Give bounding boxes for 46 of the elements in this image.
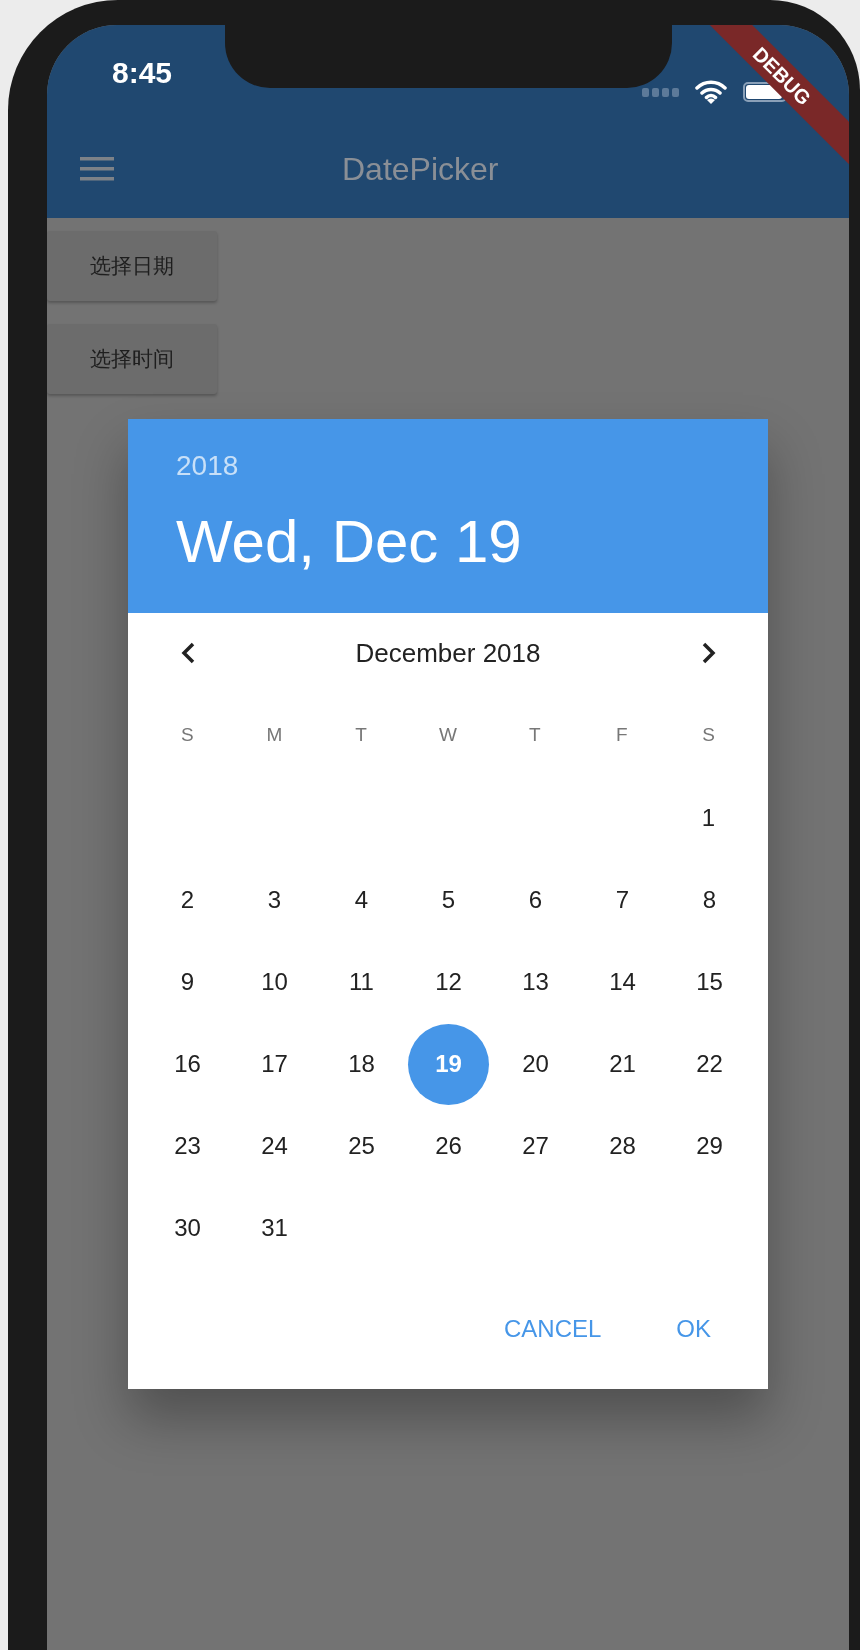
calendar-day[interactable]: 27 [495,1105,576,1187]
menu-icon[interactable] [80,157,114,181]
calendar-day[interactable]: 29 [669,1105,750,1187]
weekday-label: F [615,722,628,747]
calendar-day[interactable]: 11 [321,941,402,1023]
calendar-day[interactable]: 12 [408,941,489,1023]
calendar-day[interactable]: 5 [408,859,489,941]
weekday-label: W [439,722,457,747]
weekday-label: T [355,722,367,747]
calendar-day[interactable]: 31 [234,1187,315,1269]
calendar-day[interactable]: 6 [495,859,576,941]
status-time: 8:45 [112,55,173,91]
calendar-day[interactable]: 13 [495,941,576,1023]
month-title: December 2018 [355,636,541,670]
calendar-day[interactable]: 9 [147,941,228,1023]
calendar-day[interactable]: 15 [669,941,750,1023]
previous-month-icon[interactable] [180,642,195,664]
calendar-day[interactable]: 17 [234,1023,315,1105]
calendar-day[interactable]: 28 [582,1105,663,1187]
calendar-day[interactable]: 21 [582,1023,663,1105]
calendar-day[interactable]: 20 [495,1023,576,1105]
calendar-day[interactable]: 8 [669,859,750,941]
calendar-day[interactable]: 25 [321,1105,402,1187]
calendar-day[interactable]: 1 [668,777,749,859]
app-title: DatePicker [342,150,499,189]
weekday-label: M [266,722,283,747]
calendar-day[interactable]: 23 [147,1105,228,1187]
calendar-day[interactable]: 2 [147,859,228,941]
weekday-label: T [529,722,541,747]
calendar-day[interactable]: 16 [147,1023,228,1105]
wifi-icon [695,80,727,104]
calendar-day[interactable]: 10 [234,941,315,1023]
weekday-label: S [181,722,194,747]
calendar-day[interactable]: 24 [234,1105,315,1187]
calendar-day[interactable]: 4 [321,859,402,941]
selected-date: Wed, Dec 19 [176,509,523,575]
next-month-icon[interactable] [701,642,716,664]
calendar-day[interactable]: 26 [408,1105,489,1187]
calendar-day[interactable]: 14 [582,941,663,1023]
signal-icon [642,87,679,97]
calendar-day[interactable]: 22 [669,1023,750,1105]
weekday-label: S [702,722,715,747]
calendar-day[interactable]: 30 [147,1187,228,1269]
calendar-day[interactable]: 3 [234,859,315,941]
calendar-day[interactable]: 7 [582,859,663,941]
calendar-day[interactable]: 18 [321,1023,402,1105]
